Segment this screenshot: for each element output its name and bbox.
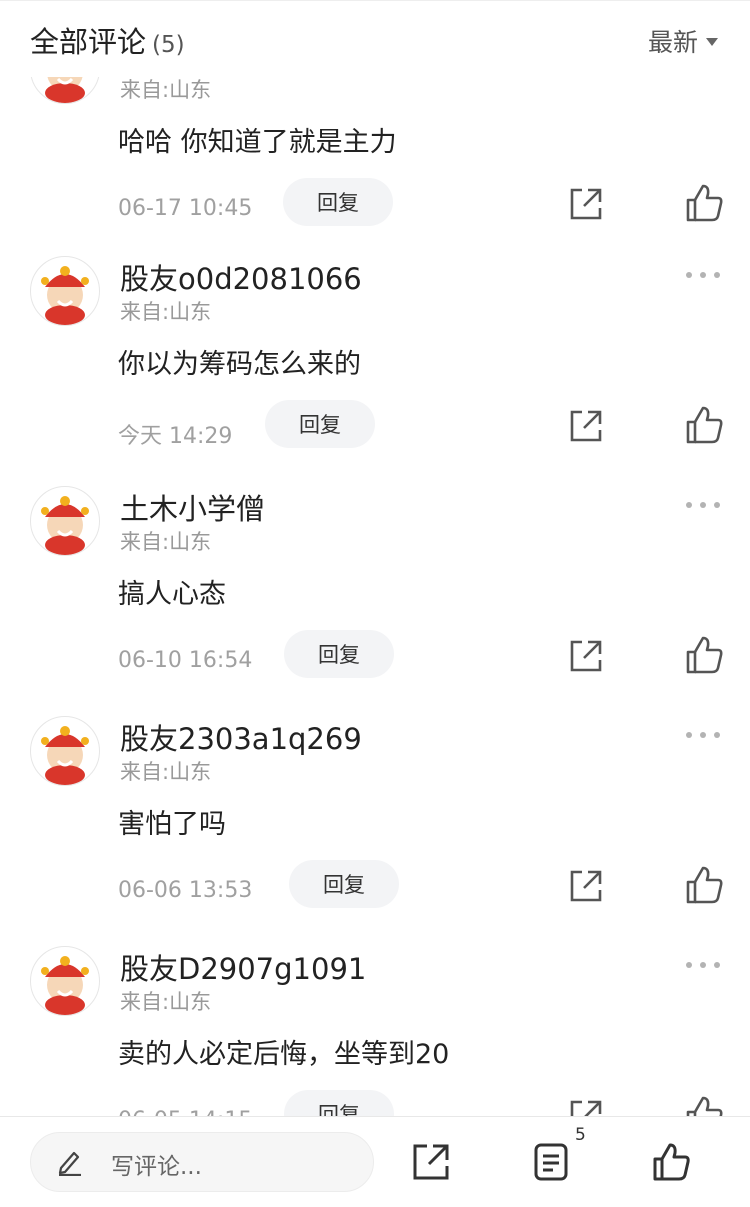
- sort-dropdown[interactable]: 最新: [648, 23, 718, 59]
- comment-input-placeholder: 写评论...: [111, 1154, 202, 1180]
- comment-item: 土木小学僧 来自:山东 搞人心态 06-10 16:54 回复: [0, 486, 750, 716]
- comment-item: 股友D2907g1091 来自:山东 卖的人必定后悔，坐等到20 06-05 1…: [0, 946, 750, 1116]
- share-icon[interactable]: [566, 406, 606, 446]
- comment-text: 害怕了吗: [118, 809, 226, 840]
- commenter-name[interactable]: 股友2303a1q269: [120, 716, 362, 758]
- comment-location: 来自:山东: [120, 530, 212, 554]
- reply-button[interactable]: 回复: [265, 400, 375, 448]
- comment-input[interactable]: 写评论...: [30, 1132, 374, 1192]
- thumbs-up-icon[interactable]: [684, 182, 724, 224]
- reply-button[interactable]: 回复: [289, 860, 399, 908]
- comment-list-icon[interactable]: [533, 1142, 569, 1182]
- page-title: 全部评论 (5): [30, 19, 185, 61]
- comment-list: 来自:山东 哈哈 你知道了就是主力 06-17 10:45 回复 股友o0d20…: [0, 0, 750, 1116]
- sort-label: 最新: [647, 28, 698, 57]
- thumbs-up-icon[interactable]: [684, 404, 724, 446]
- bottom-action-bar: 写评论... 5: [0, 1116, 750, 1207]
- more-dots-icon[interactable]: [686, 728, 720, 740]
- more-dots-icon[interactable]: [686, 498, 720, 510]
- thumbs-up-icon[interactable]: [650, 1141, 692, 1183]
- comment-text: 卖的人必定后悔，坐等到20: [118, 1039, 450, 1070]
- thumbs-up-icon[interactable]: [684, 634, 724, 676]
- avatar[interactable]: [30, 486, 100, 556]
- comment-time: 06-05 14:15: [118, 1108, 252, 1116]
- comment-item: 股友o0d2081066 来自:山东 你以为筹码怎么来的 今天 14:29 回复: [0, 256, 750, 486]
- comment-time: 06-17 10:45: [118, 196, 253, 221]
- comment-location: 来自:山东: [120, 990, 212, 1014]
- comment-text: 搞人心态: [118, 579, 226, 610]
- reply-button[interactable]: 回复: [283, 178, 393, 226]
- comment-text: 你以为筹码怎么来的: [118, 349, 361, 380]
- comment-location: 来自:山东: [120, 78, 212, 102]
- comment-count: (5): [152, 32, 185, 58]
- avatar[interactable]: [30, 716, 100, 786]
- more-dots-icon[interactable]: [686, 958, 720, 970]
- avatar[interactable]: [30, 256, 100, 326]
- commenter-name[interactable]: 土木小学僧: [120, 486, 265, 528]
- share-icon[interactable]: [411, 1142, 451, 1182]
- comment-time: 06-06 13:53: [118, 878, 253, 903]
- more-dots-icon[interactable]: [686, 268, 720, 280]
- commenter-name[interactable]: 股友D2907g1091: [120, 946, 366, 988]
- reply-button[interactable]: 回复: [284, 1090, 394, 1116]
- caret-down-icon: [706, 38, 718, 46]
- share-icon[interactable]: [566, 866, 606, 906]
- thumbs-up-icon[interactable]: [684, 1094, 724, 1116]
- share-icon[interactable]: [566, 184, 606, 224]
- commenter-name[interactable]: 股友o0d2081066: [120, 256, 362, 298]
- comment-count-badge: 5: [575, 1125, 586, 1145]
- comment-time: 今天 14:29: [118, 424, 233, 449]
- comment-location: 来自:山东: [120, 300, 212, 324]
- reply-button[interactable]: 回复: [284, 630, 394, 678]
- thumbs-up-icon[interactable]: [684, 864, 724, 906]
- share-icon[interactable]: [566, 636, 606, 676]
- pencil-icon: [58, 1151, 81, 1176]
- comment-item: 股友2303a1q269 来自:山东 害怕了吗 06-06 13:53 回复: [0, 716, 750, 946]
- comment-text: 哈哈 你知道了就是主力: [118, 127, 397, 158]
- title-text: 全部评论: [30, 25, 147, 59]
- comment-location: 来自:山东: [120, 760, 212, 784]
- comment-time: 06-10 16:54: [118, 648, 253, 673]
- avatar[interactable]: [30, 946, 100, 1016]
- comments-header: 全部评论 (5) 最新: [0, 0, 750, 77]
- share-icon[interactable]: [566, 1096, 606, 1116]
